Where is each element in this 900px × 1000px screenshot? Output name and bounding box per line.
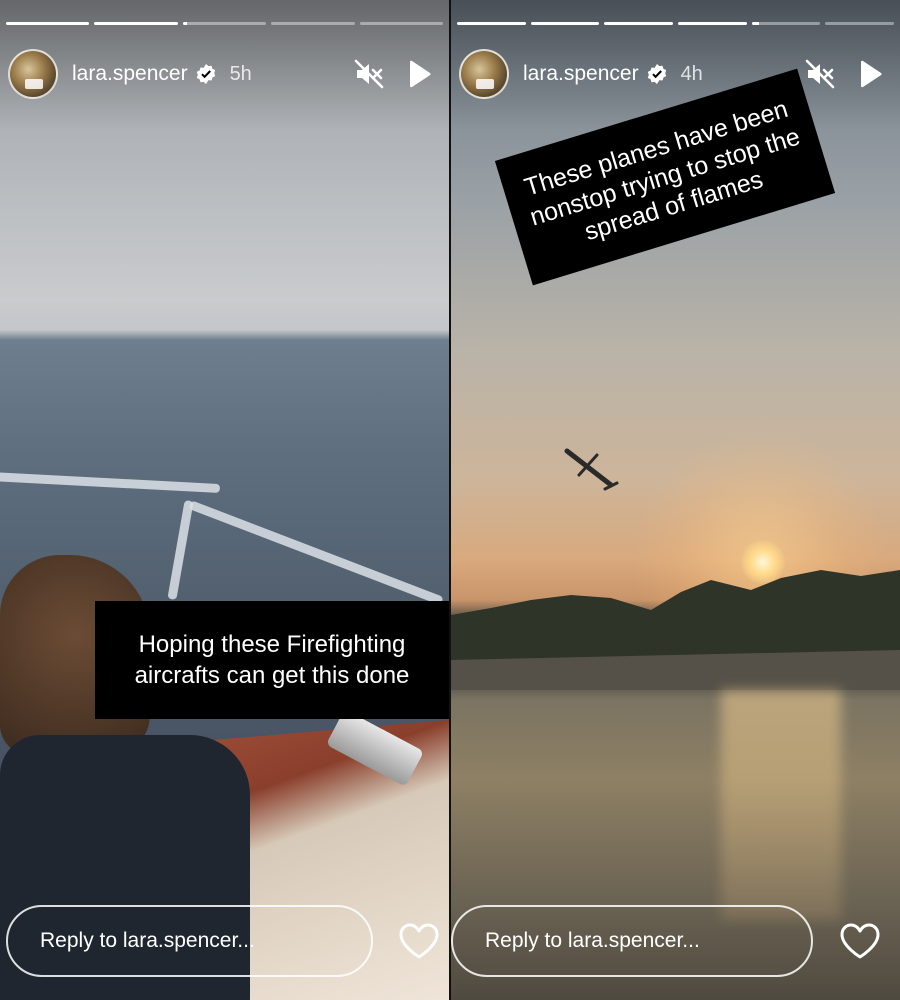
- progress-fill: [6, 22, 90, 25]
- progress-fill: [678, 22, 747, 25]
- sun-reflection: [721, 690, 841, 920]
- story-progress-bar: [457, 22, 895, 25]
- progress-fill: [530, 22, 600, 25]
- reply-placeholder: Reply to lara.spencer...: [485, 929, 700, 952]
- story-header: lara.spencer 5h: [8, 46, 439, 102]
- story-panel-2[interactable]: lara.spencer 4h These planes have been n…: [451, 0, 900, 1000]
- play-icon[interactable]: [399, 54, 439, 94]
- progress-fill: [94, 22, 178, 25]
- play-icon[interactable]: [850, 54, 890, 94]
- progress-fill: [604, 22, 674, 25]
- verified-badge-icon: [647, 64, 667, 84]
- speaker-muted-icon[interactable]: [800, 54, 840, 94]
- story-caption: Hoping these Firefighting aircrafts can …: [95, 601, 449, 719]
- username[interactable]: lara.spencer: [72, 62, 188, 86]
- hills-silhouette: [451, 570, 900, 690]
- heart-outline-icon[interactable]: [839, 920, 881, 962]
- firefighting-plane: [564, 448, 619, 491]
- post-time: 5h: [229, 62, 252, 85]
- story-header: lara.spencer 4h: [459, 46, 890, 102]
- progress-fill: [182, 22, 187, 25]
- avatar[interactable]: [8, 49, 58, 99]
- reply-input[interactable]: Reply to lara.spencer...: [6, 905, 373, 977]
- story-panel-1[interactable]: lara.spencer 5h Hoping these Firefightin…: [0, 0, 449, 1000]
- progress-fill: [457, 22, 526, 25]
- verified-badge-icon: [196, 64, 216, 84]
- speaker-muted-icon[interactable]: [349, 54, 389, 94]
- progress-fill: [751, 22, 759, 25]
- story-progress-bar: [6, 22, 444, 25]
- reply-input[interactable]: Reply to lara.spencer...: [451, 905, 813, 977]
- avatar[interactable]: [459, 49, 509, 99]
- username[interactable]: lara.spencer: [523, 62, 639, 86]
- reply-placeholder: Reply to lara.spencer...: [40, 929, 255, 952]
- heart-outline-icon[interactable]: [398, 920, 440, 962]
- post-time: 4h: [680, 62, 703, 85]
